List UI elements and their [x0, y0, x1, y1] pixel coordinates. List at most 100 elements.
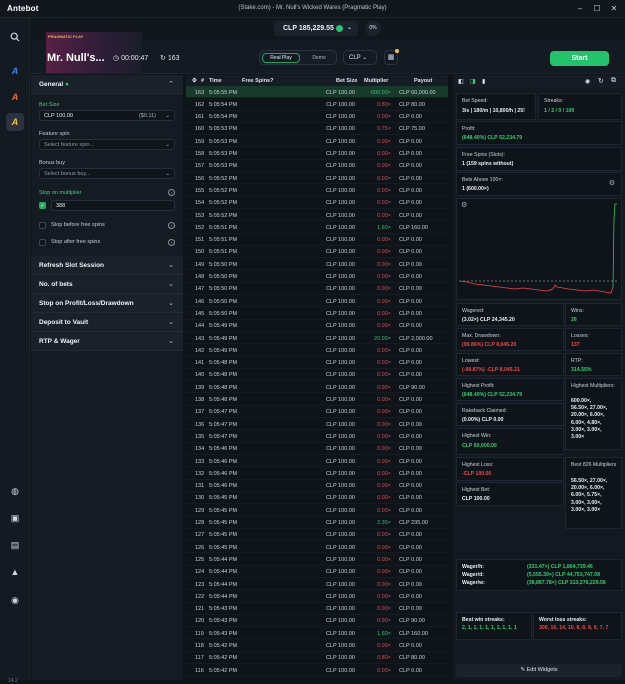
table-row[interactable]: 126 5:05:45 PM CLP 100.00 0.00× CLP 0.00 [186, 541, 448, 554]
table-row[interactable]: 146 5:05:50 PM CLP 100.00 0.00× CLP 0.00 [186, 295, 448, 308]
table-row[interactable]: 119 5:05:43 PM CLP 100.00 1.60× CLP 160.00 [186, 627, 448, 640]
row-payout: CLP 0.00 [399, 372, 422, 379]
real-play-button[interactable]: Real Play [262, 53, 300, 63]
table-row[interactable]: 123 5:05:44 PM CLP 100.00 0.00× CLP 0.00 [186, 578, 448, 591]
stop-on-multiplier-checkbox[interactable]: ✓ [39, 202, 46, 209]
section-no-of-bets[interactable]: No. of bets ⌄ [31, 275, 183, 294]
table-row[interactable]: 159 5:05:53 PM CLP 100.00 0.00× CLP 0.00 [186, 135, 448, 148]
table-row[interactable]: 128 5:05:45 PM CLP 100.00 2.35× CLP 235.00 [186, 517, 448, 529]
table-row[interactable]: 140 5:05:48 PM CLP 100.00 0.00× CLP 0.00 [186, 369, 448, 382]
warning-icon[interactable]: ▲ [6, 563, 24, 581]
a-icon-orange[interactable]: A [6, 88, 24, 106]
bets-above-card: Bets Above 100×: 1 (600.00×) ⚙ [456, 172, 622, 196]
table-row[interactable]: 153 5:05:52 PM CLP 100.00 0.00× CLP 0.00 [186, 209, 448, 222]
a-icon-blue[interactable]: A [6, 62, 24, 80]
layout-full-icon[interactable]: ▮ [482, 78, 485, 85]
table-row[interactable]: 136 5:05:47 PM CLP 100.00 0.00× CLP 0.00 [186, 418, 448, 431]
wagered-card: Wagered: (3.02×) CLP 24,345.20 [456, 303, 564, 326]
balance-selector[interactable]: CLP 185,229.55 ⌄ [274, 21, 358, 36]
table-row[interactable]: 122 5:05:44 PM CLP 100.00 0.00× CLP 0.00 [186, 590, 448, 603]
section-refresh-slot-session[interactable]: Refresh Slot Session ⌄ [31, 256, 183, 275]
edit-widgets-button[interactable]: ✎ Edit Widgets [456, 664, 622, 677]
calendar-button[interactable]: ▦ [384, 49, 399, 65]
section-general[interactable]: General ● ⌃ [31, 75, 183, 94]
table-row[interactable]: 162 5:05:54 PM CLP 100.00 0.80× CLP 80.00 [186, 98, 448, 111]
table-row[interactable]: 144 5:05:49 PM CLP 100.00 0.00× CLP 0.00 [186, 320, 448, 332]
stop-after-free-spins-checkbox[interactable] [39, 239, 46, 246]
worst-loss-streaks-card: Worst loss streaks: 300, 16, 14, 10, 8, … [533, 612, 622, 640]
table-row[interactable]: 131 5:05:46 PM CLP 100.00 0.00× CLP 0.00 [186, 480, 448, 492]
stop-on-multiplier-input[interactable]: 388 [51, 200, 175, 211]
table-row[interactable]: 135 5:05:47 PM CLP 100.00 0.00× CLP 0.00 [186, 430, 448, 443]
percent-button[interactable]: 0% [365, 21, 381, 36]
popout-icon[interactable]: ⧉ [611, 77, 616, 85]
table-row[interactable]: 130 5:05:45 PM CLP 100.00 0.00× CLP 0.00 [186, 492, 448, 505]
close-icon[interactable]: ✕ [608, 3, 620, 15]
section-deposit-to-vault[interactable]: Deposit to Vault ⌄ [31, 313, 183, 332]
table-row[interactable]: 143 5:05:49 PM CLP 100.00 20.00× CLP 2,000.0… [186, 332, 448, 345]
info-icon[interactable]: i [168, 239, 175, 246]
table-row[interactable]: 121 5:05:43 PM CLP 100.00 0.00× CLP 0.00 [186, 603, 448, 615]
table-row[interactable]: 120 5:05:43 PM CLP 100.00 0.90× CLP 90.00 [186, 615, 448, 628]
stop-before-free-spins-checkbox[interactable] [39, 222, 46, 229]
maximize-icon[interactable]: ☐ [591, 3, 603, 15]
refresh-icon[interactable]: ↻ [598, 77, 604, 85]
discord-icon[interactable]: ▣ [6, 509, 24, 527]
table-row[interactable]: 116 5:05:42 PM CLP 100.00 0.00× CLP 0.00 [186, 664, 448, 677]
table-row[interactable]: 152 5:05:51 PM CLP 100.00 1.60× CLP 160.00 [186, 221, 448, 234]
eye-icon[interactable]: ◉ [585, 78, 590, 85]
table-row[interactable]: 139 5:05:48 PM CLP 100.00 0.90× CLP 90.00 [186, 381, 448, 394]
bonus-buy-select[interactable]: Select bonus buy... ⌄ [39, 168, 175, 179]
table-row[interactable]: 158 5:05:53 PM CLP 100.00 0.00× CLP 0.00 [186, 148, 448, 160]
a-icon-yellow[interactable]: A [6, 113, 24, 131]
table-row[interactable]: 160 5:05:53 PM CLP 100.00 0.75× CLP 75.00 [186, 123, 448, 136]
table-row[interactable]: 145 5:05:50 PM CLP 100.00 0.00× CLP 0.00 [186, 307, 448, 320]
table-row[interactable]: 129 5:05:45 PM CLP 100.00 0.00× CLP 0.00 [186, 504, 448, 517]
section-rtp-wager[interactable]: RTP & Wager ⌄ [31, 332, 183, 351]
start-button[interactable]: Start [550, 51, 609, 66]
table-icon[interactable]: ▤ [6, 536, 24, 554]
layout-split-icon[interactable]: ◨ [470, 78, 476, 85]
row-time: 5:05:52 PM [209, 212, 238, 219]
card-label: Profit: [462, 126, 476, 132]
table-row[interactable]: 151 5:05:51 PM CLP 100.00 0.00× CLP 0.00 [186, 234, 448, 246]
table-row[interactable]: 118 5:05:42 PM CLP 100.00 0.00× CLP 0.00 [186, 640, 448, 652]
feature-spin-select[interactable]: Select feature spin... ⌄ [39, 139, 175, 150]
table-row[interactable]: 132 5:05:46 PM CLP 100.00 0.00× CLP 0.00 [186, 467, 448, 480]
table-row[interactable]: 148 5:05:50 PM CLP 100.00 0.00× CLP 0.00 [186, 271, 448, 283]
section-stop-on-profit[interactable]: Stop on Profit/Loss/Drawdown ⌄ [31, 294, 183, 313]
minimize-icon[interactable]: – [574, 3, 586, 15]
table-row[interactable]: 161 5:05:54 PM CLP 100.00 0.00× CLP 0.00 [186, 111, 448, 123]
row-payout: CLP 80.00 [399, 101, 425, 108]
table-row[interactable]: 149 5:05:50 PM CLP 100.00 0.00× CLP 0.00 [186, 258, 448, 271]
table-row[interactable]: 124 5:05:44 PM CLP 100.00 0.00× CLP 0.00 [186, 566, 448, 578]
bell-icon[interactable]: ◉ [6, 591, 24, 609]
table-row[interactable]: 141 5:05:48 PM CLP 100.00 0.00× CLP 0.00 [186, 357, 448, 369]
table-row[interactable]: 127 5:05:45 PM CLP 100.00 0.00× CLP 0.00 [186, 529, 448, 542]
row-time: 5:05:45 PM [209, 532, 238, 539]
table-row[interactable]: 155 5:05:52 PM CLP 100.00 0.00× CLP 0.00 [186, 184, 448, 197]
table-row[interactable]: 138 5:05:48 PM CLP 100.00 0.00× CLP 0.00 [186, 394, 448, 406]
table-row[interactable]: 163 5:05:55 PM CLP 100.00 600.00× CLP 60,000… [186, 86, 448, 99]
table-row[interactable]: 117 5:05:42 PM CLP 100.00 0.80× CLP 80.00 [186, 652, 448, 665]
table-row[interactable]: 134 5:05:46 PM CLP 100.00 0.00× CLP 0.00 [186, 443, 448, 455]
table-row[interactable]: 147 5:05:50 PM CLP 100.00 0.00× CLP 0.00 [186, 283, 448, 296]
table-row[interactable]: 157 5:05:53 PM CLP 100.00 0.00× CLP 0.00 [186, 160, 448, 173]
bet-size-input[interactable]: CLP 100.00 ($0.11) ⌄ [39, 110, 175, 121]
table-row[interactable]: 150 5:05:51 PM CLP 100.00 0.00× CLP 0.00 [186, 246, 448, 259]
table-row[interactable]: 156 5:05:52 PM CLP 100.00 0.00× CLP 0.00 [186, 172, 448, 185]
table-row[interactable]: 125 5:05:44 PM CLP 100.00 0.00× CLP 0.00 [186, 553, 448, 566]
table-row[interactable]: 154 5:05:52 PM CLP 100.00 0.00× CLP 0.00 [186, 197, 448, 209]
info-icon[interactable]: i [168, 222, 175, 229]
gear-icon[interactable]: ⚙ [609, 179, 615, 187]
table-row[interactable]: 133 5:05:46 PM CLP 100.00 0.00× CLP 0.00 [186, 455, 448, 468]
demo-button[interactable]: Demo [303, 53, 335, 63]
info-icon[interactable]: i [168, 189, 175, 196]
layout-icon[interactable]: ◧ [458, 78, 464, 85]
table-row[interactable]: 142 5:05:49 PM CLP 100.00 0.00× CLP 0.00 [186, 344, 448, 357]
table-row[interactable]: 137 5:05:47 PM CLP 100.00 0.00× CLP 0.00 [186, 406, 448, 419]
globe-icon[interactable]: ◍ [6, 482, 24, 500]
gear-icon[interactable]: ⚙ [192, 78, 197, 84]
currency-select[interactable]: CLP ⌄ [343, 50, 377, 65]
search-icon[interactable] [6, 28, 24, 46]
